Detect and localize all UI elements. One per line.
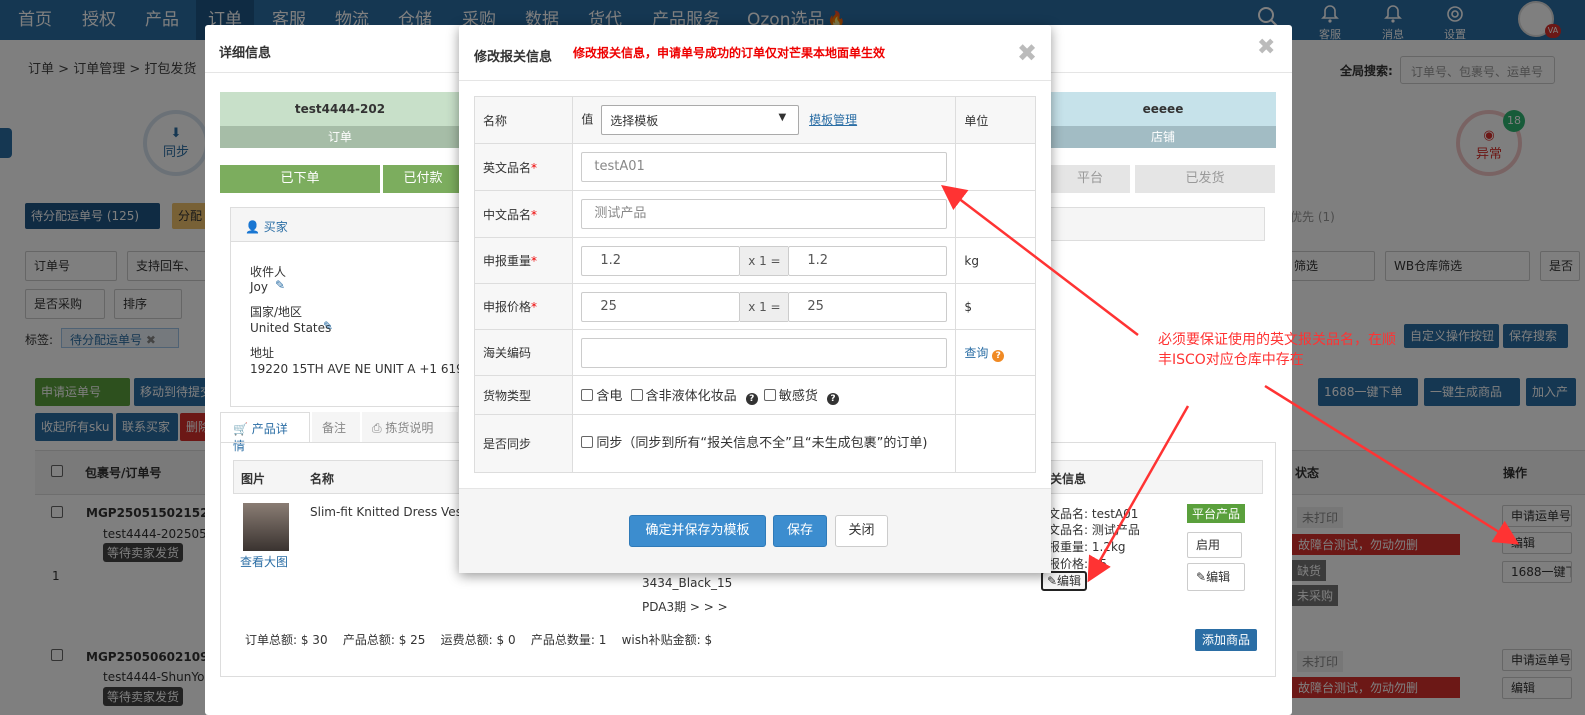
arrow-to-customs-edit — [1087, 405, 1190, 583]
annotation-text: 必须要保证使用的英文报关品名，在顺丰ISCO对应仓库中存在 — [1158, 332, 1396, 368]
arrow-to-en-name — [941, 184, 1139, 336]
arrow-to-row-edit — [1264, 384, 1520, 545]
